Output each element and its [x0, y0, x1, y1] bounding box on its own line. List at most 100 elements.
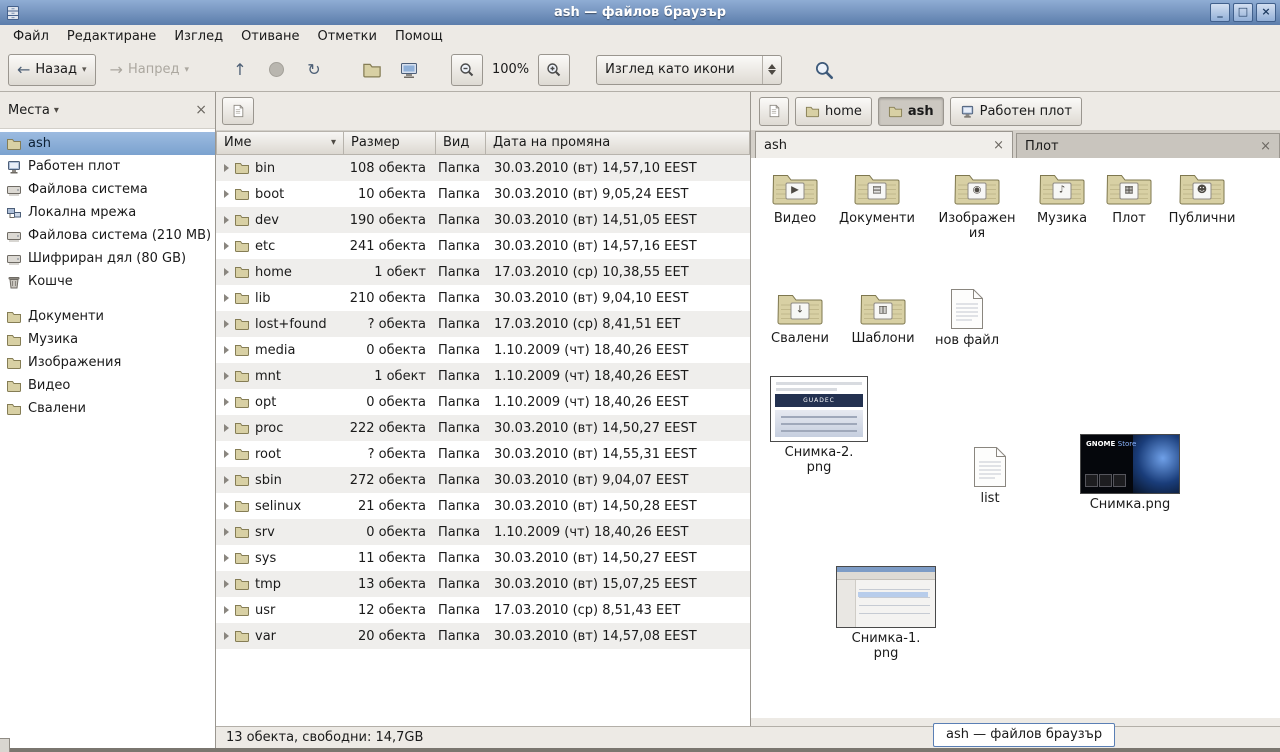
expander-icon[interactable] — [224, 346, 229, 354]
pathbar-button-2[interactable]: Работен плот — [950, 97, 1082, 126]
icon-item-folder[interactable]: ↓Свалени — [758, 288, 842, 346]
view-mode-select[interactable]: Изглед като икони — [596, 55, 782, 85]
back-dropdown-icon[interactable]: ▾ — [82, 65, 87, 75]
zoom-out-button[interactable] — [451, 54, 483, 86]
zoom-in-button[interactable] — [538, 54, 570, 86]
menu-item-1[interactable]: Редактиране — [58, 26, 165, 47]
expander-icon[interactable] — [224, 268, 229, 276]
sidebar-item-1[interactable]: Работен плот — [0, 155, 215, 178]
table-row[interactable]: var20 обектаПапка30.03.2010 (вт) 14,57,0… — [216, 623, 750, 649]
places-title[interactable]: Места — [8, 103, 50, 118]
expander-icon[interactable] — [224, 294, 229, 302]
sidebar-item-12[interactable]: Свалени — [0, 397, 215, 420]
column-header-0[interactable]: Име▾ — [216, 131, 344, 155]
expander-icon[interactable] — [224, 216, 229, 224]
icon-item-file[interactable]: GNOME StoreСнимка.png — [1074, 434, 1186, 512]
sidebar-item-0[interactable]: ash — [0, 132, 215, 155]
tab-Плот[interactable]: Плот× — [1016, 133, 1280, 158]
table-row[interactable]: usr12 обектаПапка17.03.2010 (ср) 8,51,43… — [216, 597, 750, 623]
table-row[interactable]: root? обектаПапка30.03.2010 (вт) 14,55,3… — [216, 441, 750, 467]
tab-close-icon[interactable]: × — [1230, 140, 1271, 153]
resize-grip[interactable] — [0, 738, 10, 752]
icon-item-folder[interactable]: ◉Изображен ия — [933, 168, 1021, 241]
table-row[interactable]: proc222 обектаПапка30.03.2010 (вт) 14,50… — [216, 415, 750, 441]
expander-icon[interactable] — [224, 190, 229, 198]
table-row[interactable]: bin108 обектаПапка30.03.2010 (вт) 14,57,… — [216, 155, 750, 181]
icon-item-file[interactable]: GUADECСнимка-2. png — [763, 376, 875, 475]
expander-icon[interactable] — [224, 242, 229, 250]
search-button[interactable] — [808, 54, 840, 86]
close-button[interactable]: × — [1256, 3, 1276, 22]
stop-button[interactable] — [261, 54, 293, 86]
reload-button[interactable]: ↻ — [298, 54, 330, 86]
expander-icon[interactable] — [224, 476, 229, 484]
places-dropdown-icon[interactable]: ▾ — [54, 105, 59, 116]
expander-icon[interactable] — [224, 528, 229, 536]
table-row[interactable]: srv0 обектаПапка1.10.2009 (чт) 18,40,26 … — [216, 519, 750, 545]
places-close-icon[interactable]: × — [195, 103, 207, 117]
tab-ash[interactable]: ash× — [755, 131, 1013, 158]
sidebar-item-2[interactable]: Файлова система — [0, 178, 215, 201]
table-row[interactable]: lost+found? обектаПапка17.03.2010 (ср) 8… — [216, 311, 750, 337]
expander-icon[interactable] — [224, 424, 229, 432]
icon-item-folder[interactable]: ☻Публични — [1160, 168, 1244, 226]
expander-icon[interactable] — [224, 502, 229, 510]
table-row[interactable]: sbin272 обектаПапка30.03.2010 (вт) 9,04,… — [216, 467, 750, 493]
icon-item-folder[interactable]: ▤Документи — [835, 168, 919, 226]
window-icon[interactable] — [5, 5, 21, 21]
table-row[interactable]: sys11 обектаПапка30.03.2010 (вт) 14,50,2… — [216, 545, 750, 571]
icon-item-file[interactable]: list — [948, 446, 1032, 506]
table-row[interactable]: boot10 обектаПапка30.03.2010 (вт) 9,05,2… — [216, 181, 750, 207]
minimize-button[interactable]: _ — [1210, 3, 1230, 22]
table-row[interactable]: mnt1 обектПапка1.10.2009 (чт) 18,40,26 E… — [216, 363, 750, 389]
table-row[interactable]: tmp13 обектаПапка30.03.2010 (вт) 15,07,2… — [216, 571, 750, 597]
icon-item-folder[interactable]: ▦Плот — [1087, 168, 1171, 226]
icon-item-folder[interactable]: ▥Шаблони — [841, 288, 925, 346]
table-row[interactable]: dev190 обектаПапка30.03.2010 (вт) 14,51,… — [216, 207, 750, 233]
pane-button[interactable] — [222, 97, 254, 125]
expander-icon[interactable] — [224, 554, 229, 562]
icon-item-file[interactable]: Снимка-1. png — [830, 566, 942, 661]
table-row[interactable]: selinux21 обектаПапка30.03.2010 (вт) 14,… — [216, 493, 750, 519]
expander-icon[interactable] — [224, 580, 229, 588]
sidebar-item-4[interactable]: Файлова система (210 MB) — [0, 224, 215, 247]
expander-icon[interactable] — [224, 320, 229, 328]
table-row[interactable]: etc241 обектаПапка30.03.2010 (вт) 14,57,… — [216, 233, 750, 259]
table-row[interactable]: opt0 обектаПапка1.10.2009 (чт) 18,40,26 … — [216, 389, 750, 415]
maximize-button[interactable]: □ — [1233, 3, 1253, 22]
tab-close-icon[interactable]: × — [963, 139, 1004, 152]
column-header-1[interactable]: Размер — [344, 131, 436, 155]
menu-item-0[interactable]: Файл — [4, 26, 58, 47]
column-header-2[interactable]: Вид — [436, 131, 486, 155]
sidebar-item-8[interactable]: Документи — [0, 305, 215, 328]
up-button[interactable]: ↑ — [224, 54, 256, 86]
expander-icon[interactable] — [224, 606, 229, 614]
computer-button[interactable] — [393, 54, 425, 86]
sidebar-item-3[interactable]: Локална мрежа — [0, 201, 215, 224]
combo-spinner-icon[interactable] — [762, 56, 781, 84]
pathbar-button-1[interactable]: ash — [878, 97, 944, 126]
column-header-3[interactable]: Дата на промяна — [486, 131, 750, 155]
sidebar-item-11[interactable]: Видео — [0, 374, 215, 397]
menu-item-2[interactable]: Изглед — [165, 26, 232, 47]
sidebar-item-9[interactable]: Музика — [0, 328, 215, 351]
pathbar-scroll-button[interactable] — [759, 97, 789, 126]
expander-icon[interactable] — [224, 450, 229, 458]
menu-item-5[interactable]: Помощ — [386, 26, 452, 47]
expander-icon[interactable] — [224, 398, 229, 406]
table-row[interactable]: home1 обектПапка17.03.2010 (ср) 10,38,55… — [216, 259, 750, 285]
table-row[interactable]: media0 обектаПапка1.10.2009 (чт) 18,40,2… — [216, 337, 750, 363]
sidebar-item-6[interactable]: Кошче — [0, 270, 215, 293]
sidebar-item-10[interactable]: Изображения — [0, 351, 215, 374]
menu-item-4[interactable]: Отметки — [308, 26, 385, 47]
expander-icon[interactable] — [224, 372, 229, 380]
expander-icon[interactable] — [224, 632, 229, 640]
sidebar-item-5[interactable]: Шифриран дял (80 GB) — [0, 247, 215, 270]
menu-item-3[interactable]: Отиване — [232, 26, 308, 47]
icon-item-folder[interactable]: ▶Видео — [753, 168, 837, 226]
home-button[interactable] — [356, 54, 388, 86]
back-button[interactable]: ← Назад ▾ — [8, 54, 96, 86]
expander-icon[interactable] — [224, 164, 229, 172]
pathbar-button-0[interactable]: home — [795, 97, 872, 126]
icon-item-file[interactable]: нов файл — [925, 288, 1009, 348]
